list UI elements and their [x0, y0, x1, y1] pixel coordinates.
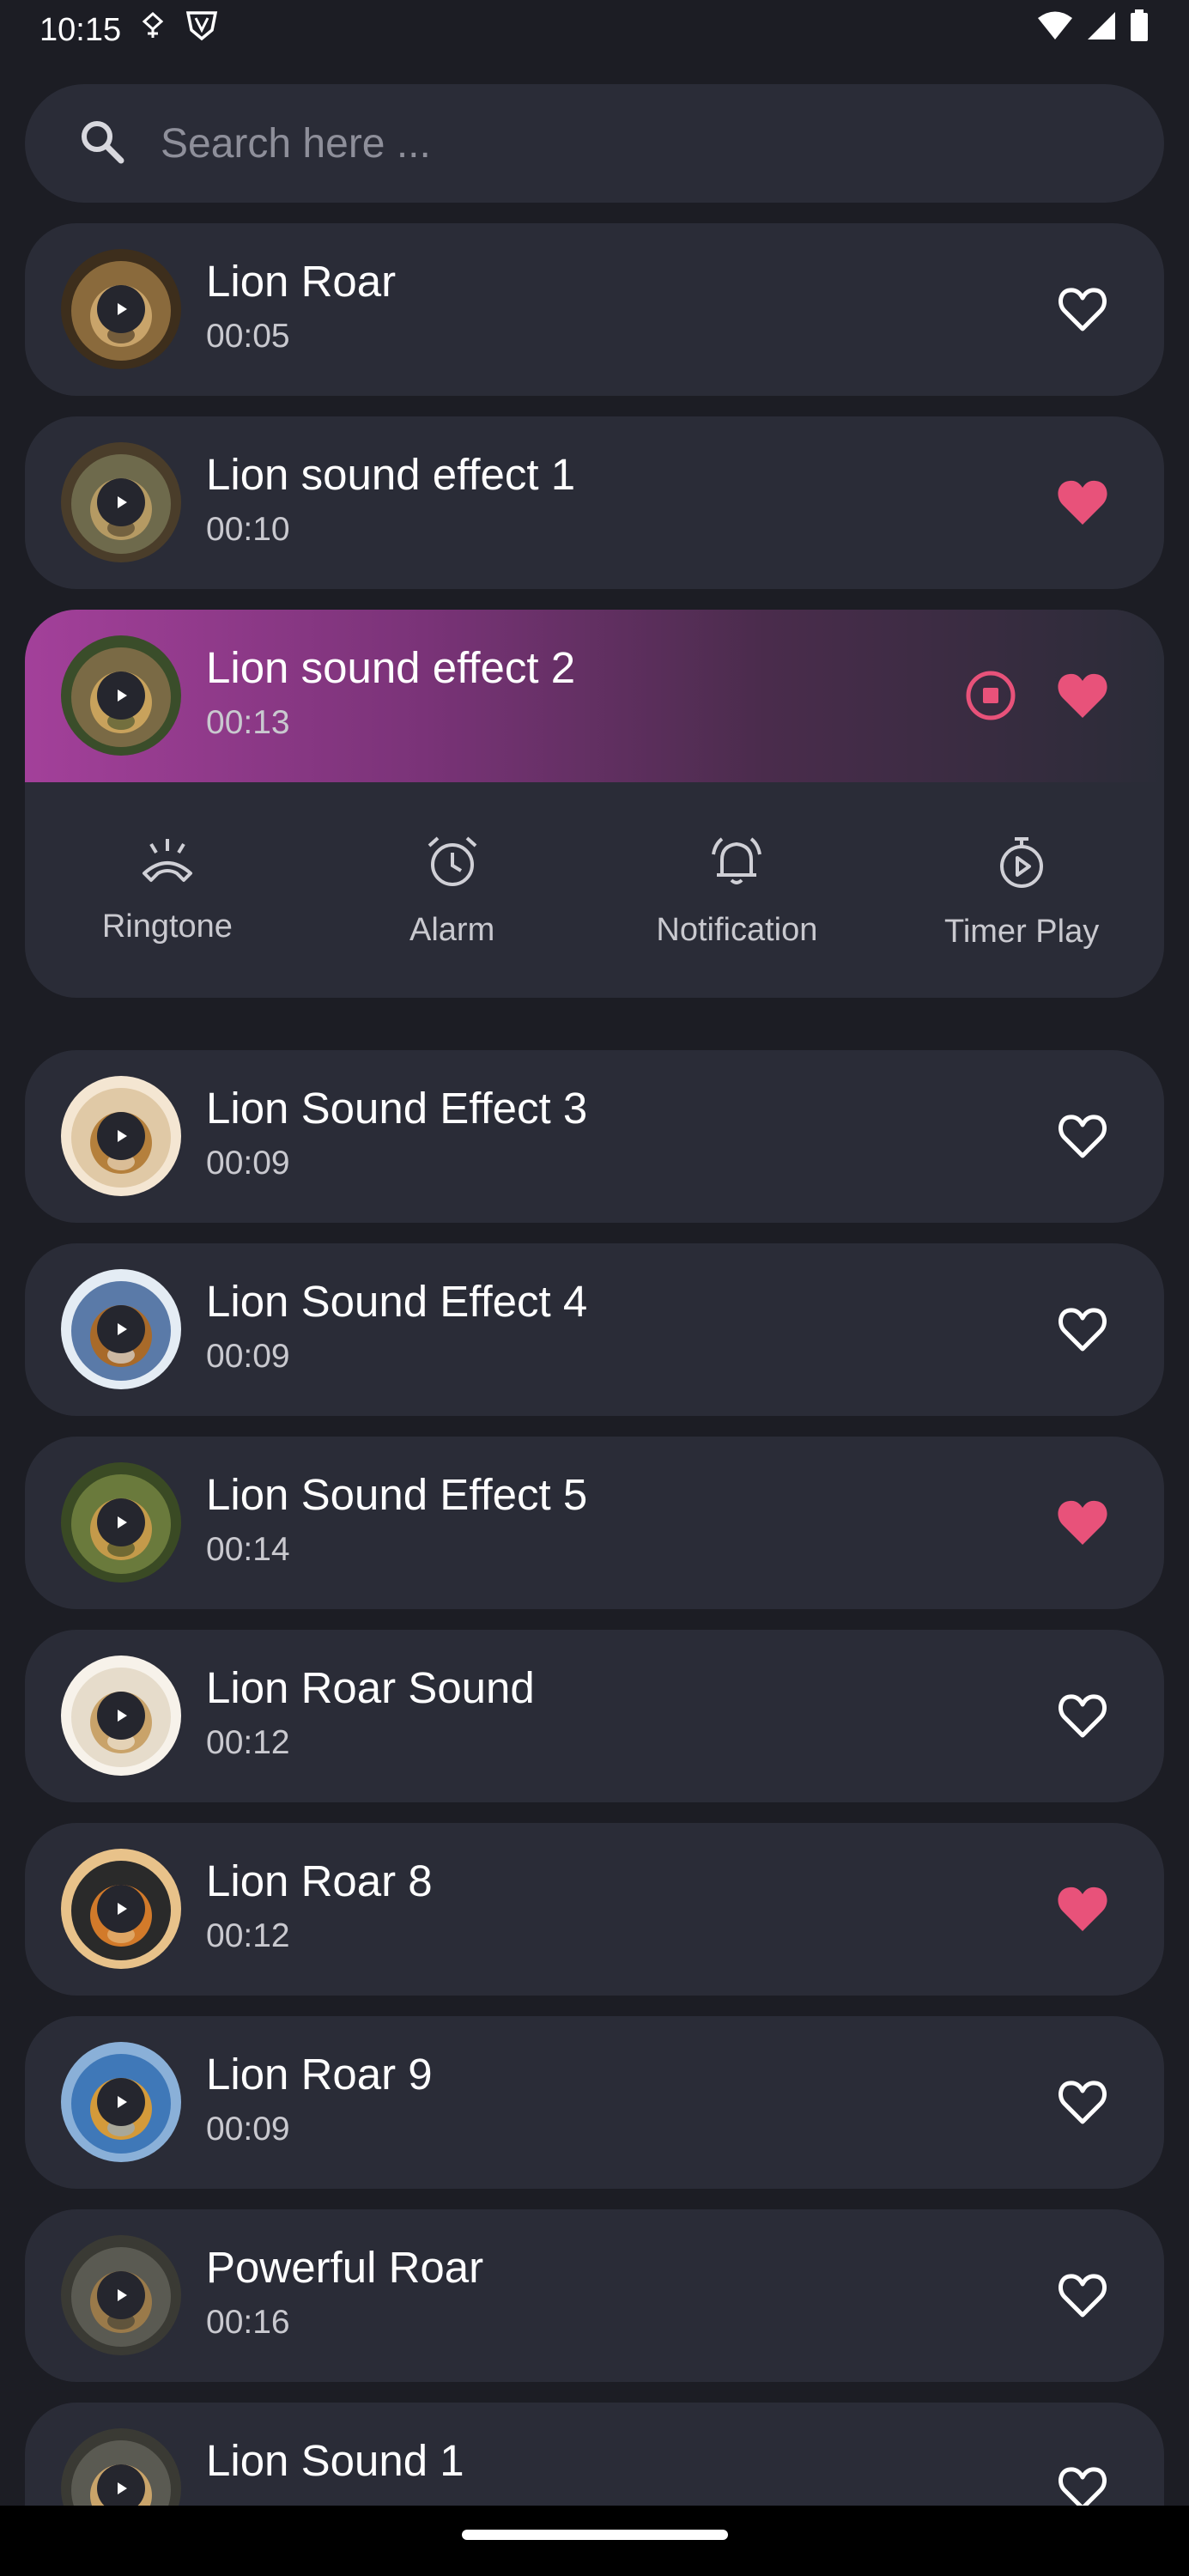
- sound-title: Lion sound effect 2: [206, 643, 576, 692]
- sound-duration: 00:10: [206, 511, 290, 548]
- sound-card-header[interactable]: Lion Roar 9 00:09: [25, 2016, 1164, 2189]
- lion-thumbnail[interactable]: [61, 1269, 181, 1389]
- sound-card[interactable]: Lion sound effect 2 00:13 Ringtone Alarm Not…: [25, 610, 1164, 998]
- sound-title: Powerful Roar: [206, 2243, 484, 2292]
- action-label: Timer Play: [944, 914, 1100, 950]
- play-icon[interactable]: [97, 285, 145, 333]
- play-icon[interactable]: [97, 671, 145, 720]
- heart-filled-icon[interactable]: [1053, 472, 1113, 532]
- action-label: Alarm: [409, 912, 495, 948]
- sound-actions: Ringtone Alarm Notification Timer Play: [25, 782, 1164, 998]
- sound-duration: 00:14: [206, 1531, 290, 1568]
- heart-outline-icon[interactable]: [1053, 2265, 1113, 2325]
- battery-icon: [1129, 9, 1150, 51]
- play-icon[interactable]: [97, 1498, 145, 1546]
- heart-filled-icon[interactable]: [1053, 665, 1113, 726]
- sound-duration: 00:12: [206, 1917, 290, 1954]
- sound-card-header[interactable]: Powerful Roar 00:16: [25, 2209, 1164, 2382]
- action-timer-play-button[interactable]: Timer Play: [879, 782, 1164, 998]
- action-alarm-button[interactable]: Alarm: [310, 782, 595, 998]
- sound-card[interactable]: Lion Roar 9 00:09: [25, 2016, 1164, 2189]
- lion-thumbnail[interactable]: [61, 2235, 181, 2355]
- sound-card[interactable]: Lion Roar Sound 00:12: [25, 1630, 1164, 1802]
- sound-card-header[interactable]: Lion sound effect 1 00:10: [25, 416, 1164, 589]
- search-icon: [78, 118, 126, 170]
- status-right: [1036, 9, 1150, 51]
- bell-ring-icon: [707, 834, 767, 893]
- sound-duration: 00:13: [206, 704, 290, 741]
- sound-title: Lion sound effect 1: [206, 450, 576, 499]
- heart-filled-icon[interactable]: [1053, 1492, 1113, 1552]
- lion-thumbnail[interactable]: [61, 635, 181, 756]
- home-gesture-handle[interactable]: [462, 2530, 728, 2540]
- sound-title: Lion Sound Effect 3: [206, 1084, 588, 1133]
- play-icon[interactable]: [97, 478, 145, 526]
- sound-title: Lion Roar: [206, 257, 397, 306]
- sound-title: Lion Roar 8: [206, 1856, 433, 1905]
- signal-icon: [1086, 10, 1117, 50]
- sound-title: Lion Sound 1: [206, 2436, 464, 2485]
- lion-thumbnail[interactable]: [61, 442, 181, 562]
- action-label: Notification: [656, 912, 818, 948]
- sound-card-header[interactable]: Lion Sound Effect 3 00:09: [25, 1050, 1164, 1223]
- sound-card[interactable]: Lion Sound Effect 4 00:09: [25, 1243, 1164, 1416]
- vpn-key-icon: [140, 11, 166, 49]
- status-bar: 10:15: [0, 0, 1189, 60]
- heart-outline-icon[interactable]: [1053, 1106, 1113, 1166]
- play-icon[interactable]: [97, 1885, 145, 1933]
- action-notification-button[interactable]: Notification: [595, 782, 880, 998]
- play-icon[interactable]: [97, 1692, 145, 1740]
- heart-outline-icon[interactable]: [1053, 1686, 1113, 1746]
- sound-card[interactable]: Lion sound effect 1 00:10: [25, 416, 1164, 589]
- lion-thumbnail[interactable]: [61, 1462, 181, 1583]
- alarm-clock-icon: [422, 834, 482, 893]
- wifi-icon: [1036, 10, 1074, 50]
- lion-thumbnail[interactable]: [61, 249, 181, 369]
- heart-outline-icon[interactable]: [1053, 2072, 1113, 2132]
- stop-icon[interactable]: [963, 668, 1018, 723]
- lion-thumbnail[interactable]: [61, 1849, 181, 1969]
- sound-title: Lion Sound Effect 5: [206, 1470, 588, 1519]
- search-input[interactable]: [159, 118, 1021, 168]
- heart-filled-icon[interactable]: [1053, 1879, 1113, 1939]
- sound-title: Lion Sound Effect 4: [206, 1277, 588, 1326]
- sound-card-header[interactable]: Lion Roar Sound 00:12: [25, 1630, 1164, 1802]
- status-time: 10:15: [39, 11, 122, 48]
- sound-card-header[interactable]: Lion Sound Effect 5 00:14: [25, 1437, 1164, 1609]
- sound-card-header[interactable]: Lion sound effect 2 00:13: [25, 610, 1164, 782]
- navigation-bar: [0, 2506, 1189, 2576]
- sound-card[interactable]: Lion Sound Effect 3 00:09: [25, 1050, 1164, 1223]
- status-left: 10:15: [39, 9, 219, 51]
- lion-thumbnail[interactable]: [61, 1076, 181, 1196]
- sound-title: Lion Roar Sound: [206, 1663, 535, 1712]
- sound-card[interactable]: Powerful Roar 00:16: [25, 2209, 1164, 2382]
- action-label: Ringtone: [101, 908, 233, 945]
- action-ringtone-button[interactable]: Ringtone: [25, 782, 310, 998]
- play-icon[interactable]: [97, 2271, 145, 2319]
- play-icon[interactable]: [97, 1305, 145, 1353]
- sound-card-header[interactable]: Lion Roar 00:05: [25, 223, 1164, 396]
- sound-title: Lion Roar 9: [206, 2050, 433, 2099]
- sound-duration: 00:16: [206, 2304, 290, 2341]
- sound-card-header[interactable]: Lion Roar 8 00:12: [25, 1823, 1164, 1996]
- play-icon[interactable]: [97, 2078, 145, 2126]
- search-bar[interactable]: [25, 84, 1164, 203]
- sound-card-header[interactable]: Lion Sound Effect 4 00:09: [25, 1243, 1164, 1416]
- heart-outline-icon[interactable]: [1053, 279, 1113, 339]
- sound-duration: 00:09: [206, 1145, 290, 1182]
- timer-play-icon: [992, 834, 1052, 895]
- sound-card[interactable]: Lion Sound Effect 5 00:14: [25, 1437, 1164, 1609]
- shield-icon: [185, 9, 219, 51]
- play-icon[interactable]: [97, 1112, 145, 1160]
- sound-card[interactable]: Lion Roar 8 00:12: [25, 1823, 1164, 1996]
- lion-thumbnail[interactable]: [61, 2042, 181, 2162]
- sound-duration: 00:12: [206, 1724, 290, 1761]
- phone-ring-icon: [137, 834, 197, 890]
- sound-card[interactable]: Lion Roar 00:05: [25, 223, 1164, 396]
- sound-duration: 00:09: [206, 2111, 290, 2148]
- heart-outline-icon[interactable]: [1053, 1299, 1113, 1359]
- sound-duration: 00:09: [206, 1338, 290, 1375]
- lion-thumbnail[interactable]: [61, 1656, 181, 1776]
- sound-duration: 00:05: [206, 318, 290, 355]
